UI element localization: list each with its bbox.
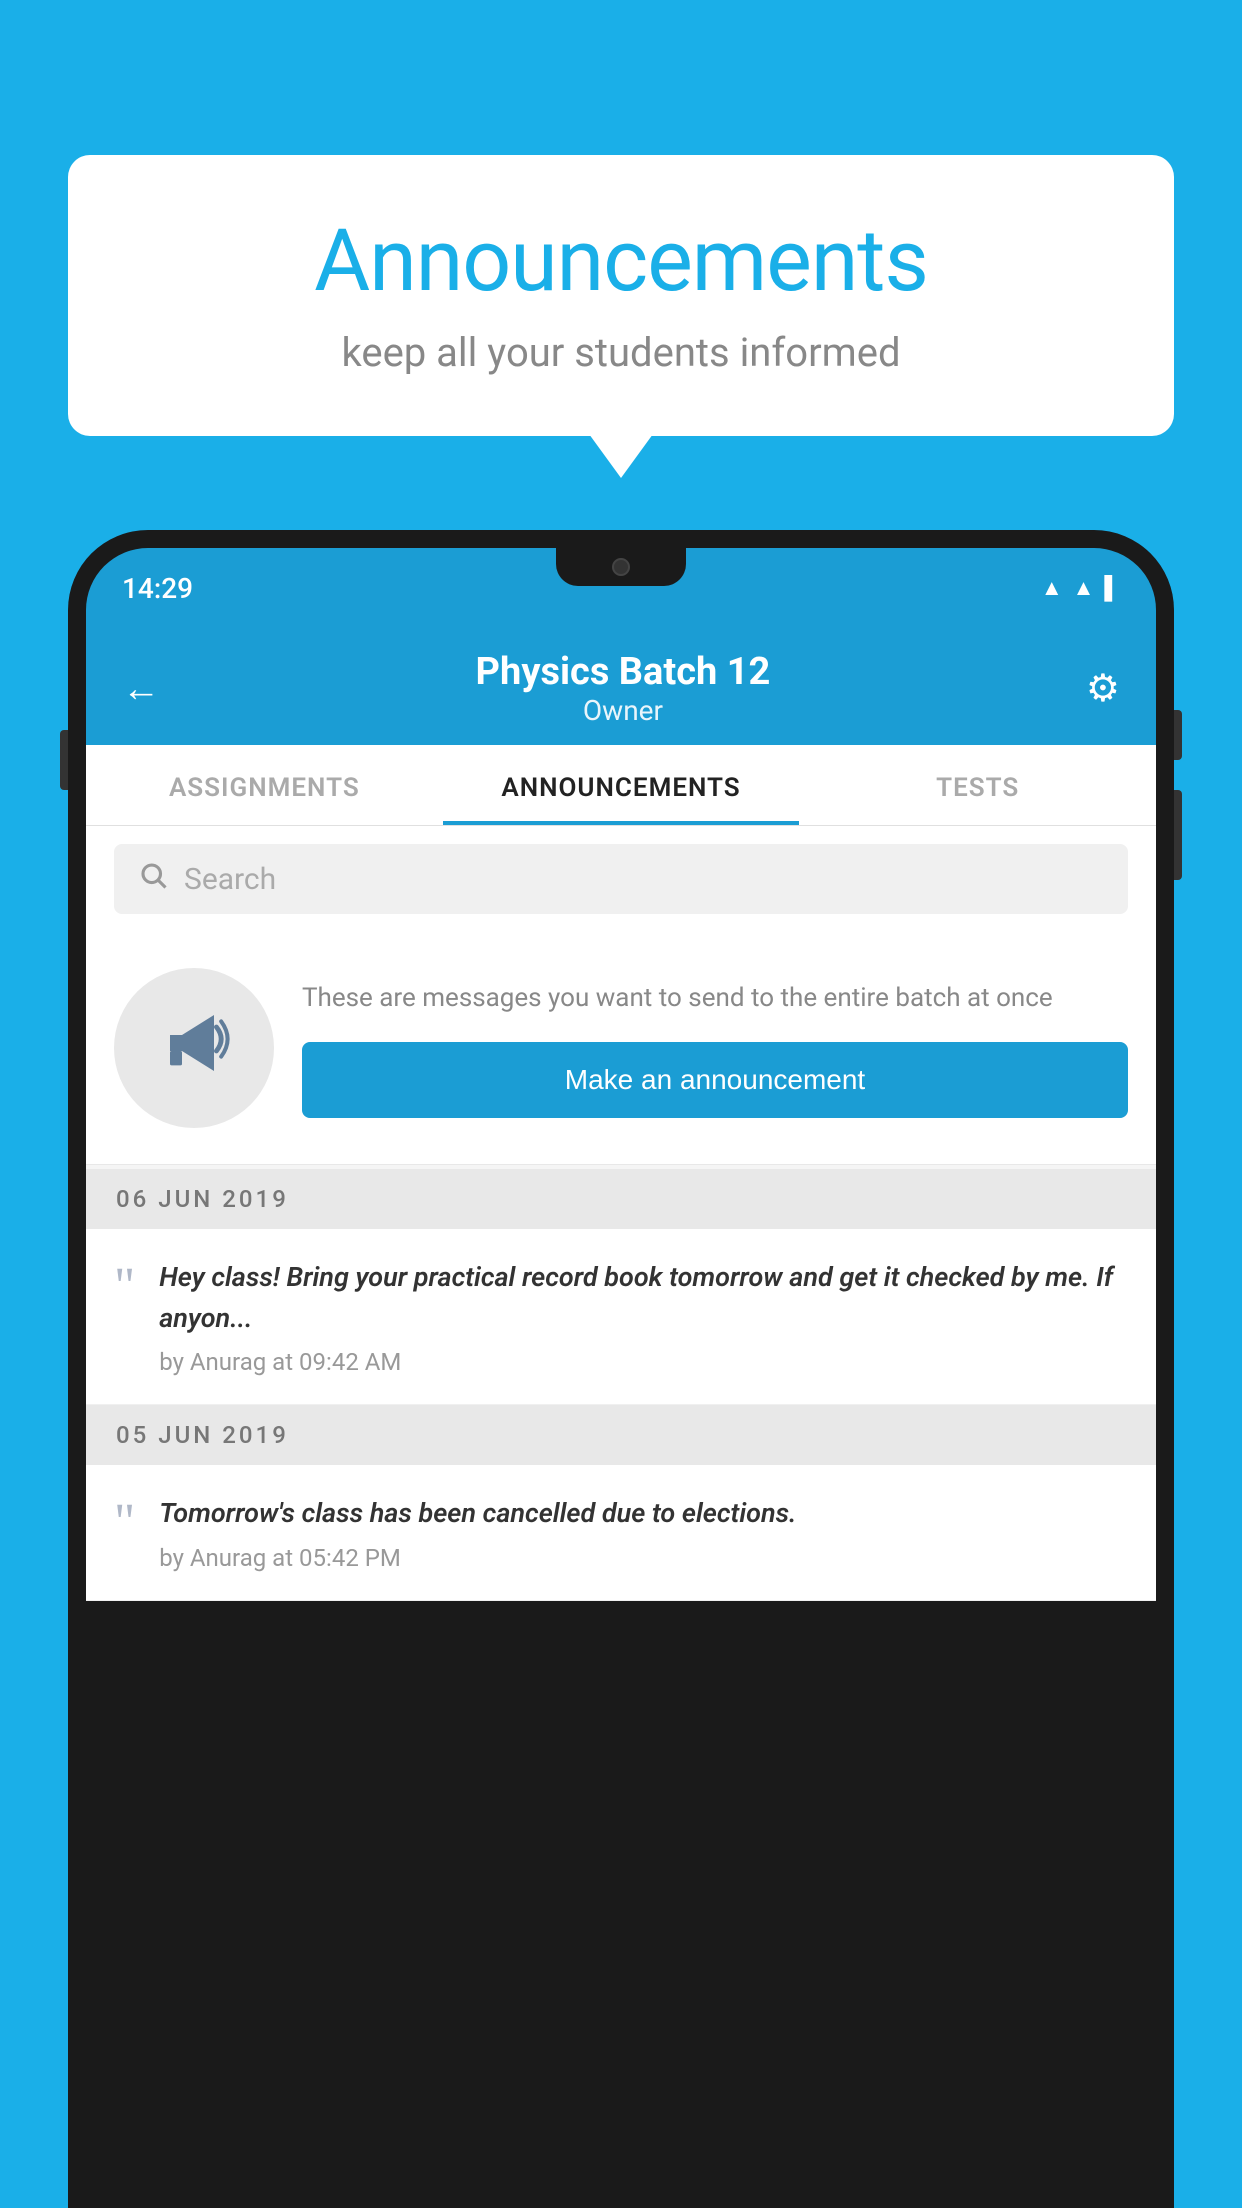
search-bar[interactable]: Search	[114, 844, 1128, 914]
promo-icon-circle	[114, 968, 274, 1128]
quote-icon-1: "	[114, 1261, 135, 1313]
announcement-text-2: Tomorrow's class has been cancelled due …	[159, 1493, 1128, 1534]
tab-tests[interactable]: TESTS	[799, 745, 1156, 825]
speech-bubble-container: Announcements keep all your students inf…	[68, 155, 1174, 436]
announcement-promo: These are messages you want to send to t…	[86, 932, 1156, 1165]
header-subtitle: Owner	[476, 694, 771, 727]
header-center: Physics Batch 12 Owner	[476, 650, 771, 727]
announcement-content-2: Tomorrow's class has been cancelled due …	[159, 1493, 1128, 1572]
wifi-icon: ▲	[1041, 575, 1063, 601]
tab-announcements[interactable]: ANNOUNCEMENTS	[443, 745, 800, 825]
date-separator-1: 06 JUN 2019	[86, 1169, 1156, 1229]
speech-bubble-title: Announcements	[128, 210, 1114, 311]
announcement-item-1[interactable]: " Hey class! Bring your practical record…	[86, 1229, 1156, 1405]
make-announcement-button[interactable]: Make an announcement	[302, 1042, 1128, 1118]
phone-outer: 14:29 ▲ ▲ ▌ ← Physics Batch 12 Owner ⚙ A…	[68, 530, 1174, 2208]
search-container: Search	[86, 826, 1156, 932]
phone-notch	[556, 548, 686, 586]
announcement-meta-2: by Anurag at 05:42 PM	[159, 1544, 1128, 1572]
announcement-content-1: Hey class! Bring your practical record b…	[159, 1257, 1128, 1376]
tab-assignments[interactable]: ASSIGNMENTS	[86, 745, 443, 825]
battery-icon: ▌	[1104, 575, 1120, 601]
phone-content: Search These are message	[86, 826, 1156, 1601]
volume-button	[60, 730, 68, 790]
power-button-bottom	[1174, 790, 1182, 880]
tabs-bar: ASSIGNMENTS ANNOUNCEMENTS TESTS	[86, 745, 1156, 826]
search-placeholder: Search	[184, 862, 276, 897]
app-header: ← Physics Batch 12 Owner ⚙	[86, 628, 1156, 745]
status-icons: ▲ ▲ ▌	[1041, 575, 1120, 601]
speech-bubble: Announcements keep all your students inf…	[68, 155, 1174, 436]
promo-description: These are messages you want to send to t…	[302, 979, 1128, 1018]
power-button-top	[1174, 710, 1182, 760]
front-camera	[612, 558, 630, 576]
megaphone-icon	[154, 999, 234, 1097]
speech-bubble-subtitle: keep all your students informed	[128, 329, 1114, 376]
status-bar: 14:29 ▲ ▲ ▌	[86, 548, 1156, 628]
announcement-meta-1: by Anurag at 09:42 AM	[159, 1348, 1128, 1376]
promo-right: These are messages you want to send to t…	[302, 979, 1128, 1118]
announcement-item-2[interactable]: " Tomorrow's class has been cancelled du…	[86, 1465, 1156, 1601]
status-time: 14:29	[122, 572, 193, 605]
announcement-text-1: Hey class! Bring your practical record b…	[159, 1257, 1128, 1338]
quote-icon-2: "	[114, 1497, 135, 1549]
settings-button[interactable]: ⚙	[1086, 666, 1120, 711]
back-button[interactable]: ←	[122, 667, 160, 711]
signal-icon: ▲	[1073, 575, 1095, 601]
phone-frame: 14:29 ▲ ▲ ▌ ← Physics Batch 12 Owner ⚙ A…	[68, 530, 1174, 2208]
date-separator-2: 05 JUN 2019	[86, 1405, 1156, 1465]
header-title: Physics Batch 12	[476, 650, 771, 694]
search-icon	[138, 860, 168, 898]
